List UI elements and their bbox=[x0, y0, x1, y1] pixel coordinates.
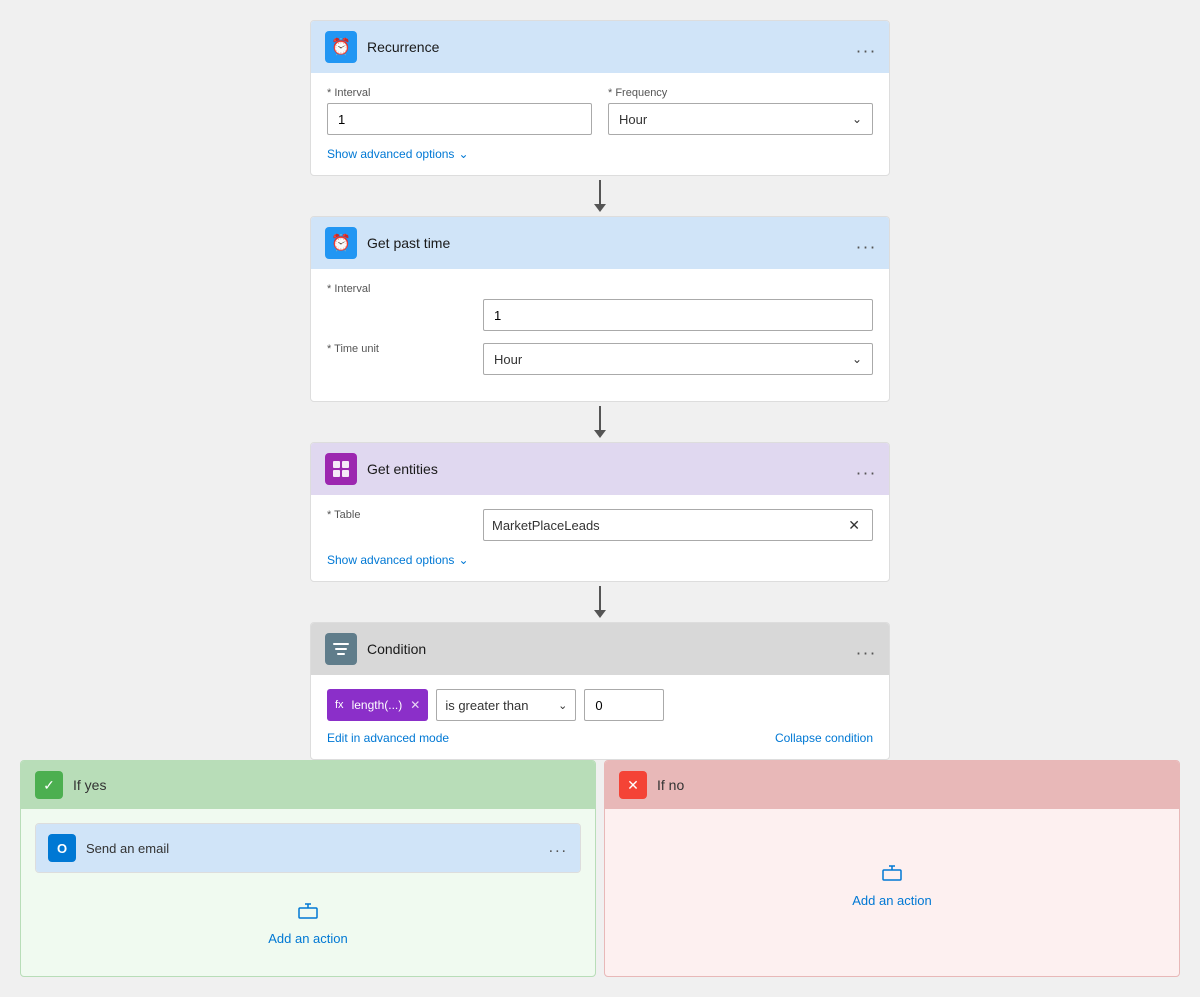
get-entities-card: Get entities ... * Table MarketPlaceLead… bbox=[310, 442, 890, 582]
condition-title: Condition bbox=[367, 641, 875, 657]
interval-group: * Interval bbox=[327, 87, 592, 135]
condition-value-input[interactable] bbox=[584, 689, 664, 721]
get-past-time-body: * Interval * Time unit Hour ⌄ bbox=[311, 269, 889, 401]
send-email-header: O Send an email ... bbox=[36, 824, 580, 872]
split-container: ✓ If yes O Send an email ... bbox=[20, 760, 1180, 977]
frequency-value: Hour bbox=[609, 106, 842, 133]
condition-menu[interactable]: ... bbox=[856, 639, 877, 660]
condition-header: Condition ... bbox=[311, 623, 889, 675]
frequency-select[interactable]: Hour ⌄ bbox=[608, 103, 873, 135]
no-add-action-icon bbox=[880, 863, 904, 887]
no-add-action-label: Add an action bbox=[852, 893, 932, 908]
no-icon: ✕ bbox=[619, 771, 647, 799]
condition-card: Condition ... fx length(...) ✕ is greate… bbox=[310, 622, 890, 760]
interval-label: * Interval bbox=[327, 87, 592, 99]
connector-line-3 bbox=[599, 586, 601, 610]
recurrence-menu[interactable]: ... bbox=[856, 37, 877, 58]
branch-yes: ✓ If yes O Send an email ... bbox=[20, 760, 596, 977]
frequency-group: * Frequency Hour ⌄ bbox=[608, 87, 873, 135]
no-add-action[interactable]: Add an action bbox=[619, 823, 1165, 924]
gpt-timeunit-label-group: * Time unit bbox=[327, 343, 467, 375]
get-entities-header: Get entities ... bbox=[311, 443, 889, 495]
get-past-time-title: Get past time bbox=[367, 235, 875, 251]
connector-arrow-3 bbox=[594, 610, 606, 618]
condition-icon bbox=[325, 633, 357, 665]
get-past-time-row2: * Time unit Hour ⌄ bbox=[327, 343, 873, 375]
table-value: MarketPlaceLeads bbox=[492, 518, 844, 533]
gpt-interval-group: * Interval bbox=[327, 283, 467, 331]
yes-add-action[interactable]: Add an action bbox=[35, 885, 581, 962]
gpt-timeunit-label: * Time unit bbox=[327, 343, 467, 355]
gpt-interval-input[interactable] bbox=[483, 299, 873, 331]
table-input[interactable]: MarketPlaceLeads ✕ bbox=[483, 509, 873, 541]
branch-no-label: If no bbox=[657, 777, 684, 793]
branch-yes-label: If yes bbox=[73, 777, 106, 793]
connector-1 bbox=[594, 176, 606, 216]
connector-line-1 bbox=[599, 180, 601, 204]
condition-body: fx length(...) ✕ is greater than ⌄ Edit … bbox=[311, 675, 889, 759]
send-email-menu[interactable]: ... bbox=[549, 839, 568, 857]
operator-arrow: ⌄ bbox=[558, 699, 567, 712]
connector-arrow-1 bbox=[594, 204, 606, 212]
get-past-time-icon: ⏰ bbox=[325, 227, 357, 259]
branch-no: ✕ If no Add an action bbox=[604, 760, 1180, 977]
recurrence-icon: ⏰ bbox=[325, 31, 357, 63]
get-entities-body: * Table MarketPlaceLeads ✕ Show advanced… bbox=[311, 495, 889, 581]
branch-yes-body: O Send an email ... Add an action bbox=[21, 809, 595, 976]
send-email-card: O Send an email ... bbox=[35, 823, 581, 873]
flow-canvas: ⏰ Recurrence ... * Interval * Frequency … bbox=[20, 20, 1180, 977]
get-past-time-card: ⏰ Get past time ... * Interval * Time un… bbox=[310, 216, 890, 402]
table-label: * Table bbox=[327, 509, 467, 521]
branch-yes-header: ✓ If yes bbox=[21, 761, 595, 809]
yes-icon: ✓ bbox=[35, 771, 63, 799]
condition-operator-text: is greater than bbox=[445, 698, 554, 713]
table-label-group: * Table bbox=[327, 509, 467, 541]
get-past-time-menu[interactable]: ... bbox=[856, 233, 877, 254]
branch-no-header: ✕ If no bbox=[605, 761, 1179, 809]
interval-input[interactable] bbox=[327, 103, 592, 135]
connector-2 bbox=[594, 402, 606, 442]
connector-3 bbox=[594, 582, 606, 622]
get-entities-icon bbox=[325, 453, 357, 485]
recurrence-show-advanced[interactable]: Show advanced options ⌄ bbox=[327, 147, 873, 161]
gpt-timeunit-select[interactable]: Hour ⌄ bbox=[483, 343, 873, 375]
yes-add-action-icon bbox=[296, 901, 320, 925]
get-entities-title: Get entities bbox=[367, 461, 875, 477]
gpt-timeunit-select-group: Hour ⌄ bbox=[483, 343, 873, 375]
get-past-time-row1: * Interval bbox=[327, 283, 873, 331]
table-value-group: MarketPlaceLeads ✕ bbox=[483, 509, 873, 541]
fx-icon: fx bbox=[335, 699, 344, 711]
chip-close-button[interactable]: ✕ bbox=[410, 698, 420, 712]
outlook-icon: O bbox=[48, 834, 76, 862]
yes-add-action-label: Add an action bbox=[268, 931, 348, 946]
recurrence-card: ⏰ Recurrence ... * Interval * Frequency … bbox=[310, 20, 890, 176]
connector-line-2 bbox=[599, 406, 601, 430]
table-clear-button[interactable]: ✕ bbox=[844, 517, 864, 534]
condition-operator-select[interactable]: is greater than ⌄ bbox=[436, 689, 576, 721]
gpt-timeunit-value: Hour bbox=[484, 346, 842, 373]
get-entities-menu[interactable]: ... bbox=[856, 459, 877, 480]
get-entities-table-row: * Table MarketPlaceLeads ✕ bbox=[327, 509, 873, 541]
branch-no-body: Add an action bbox=[605, 809, 1179, 938]
recurrence-header: ⏰ Recurrence ... bbox=[311, 21, 889, 73]
gpt-interval-value-group bbox=[483, 283, 873, 331]
condition-chip-text: length(...) bbox=[352, 698, 403, 712]
frequency-arrow: ⌄ bbox=[842, 112, 872, 126]
send-email-title: Send an email bbox=[86, 841, 539, 856]
condition-chip[interactable]: fx length(...) ✕ bbox=[327, 689, 428, 721]
get-past-time-header: ⏰ Get past time ... bbox=[311, 217, 889, 269]
condition-links: Edit in advanced mode Collapse condition bbox=[327, 731, 873, 745]
edit-advanced-link[interactable]: Edit in advanced mode bbox=[327, 731, 449, 745]
collapse-condition-link[interactable]: Collapse condition bbox=[775, 731, 873, 745]
frequency-label: * Frequency bbox=[608, 87, 873, 99]
entities-show-advanced[interactable]: Show advanced options ⌄ bbox=[327, 553, 873, 567]
gpt-timeunit-arrow: ⌄ bbox=[842, 352, 872, 366]
gpt-interval-label: * Interval bbox=[327, 283, 467, 295]
recurrence-title: Recurrence bbox=[367, 39, 875, 55]
recurrence-body: * Interval * Frequency Hour ⌄ Show advan… bbox=[311, 73, 889, 175]
recurrence-form-row: * Interval * Frequency Hour ⌄ bbox=[327, 87, 873, 135]
connector-arrow-2 bbox=[594, 430, 606, 438]
condition-row: fx length(...) ✕ is greater than ⌄ bbox=[327, 689, 873, 721]
